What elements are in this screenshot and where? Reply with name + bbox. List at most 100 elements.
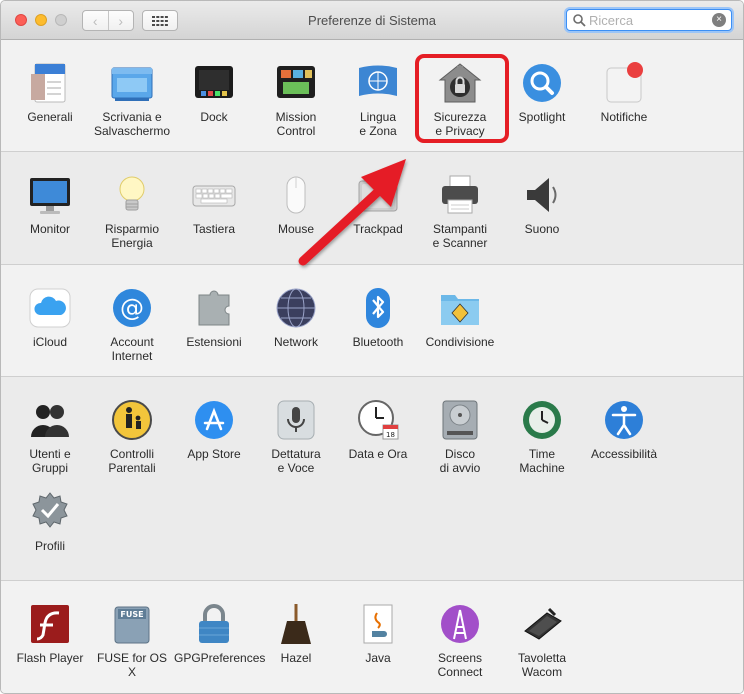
pane-label: Java <box>365 651 391 665</box>
mouse-icon <box>273 172 319 218</box>
tower-icon <box>437 601 483 647</box>
pane-label: App Store <box>187 447 241 461</box>
pane-label: Monitor <box>29 222 70 236</box>
puzzle-icon <box>191 285 237 331</box>
pane-label: Time Machine <box>519 447 565 475</box>
at-icon: @ <box>109 285 155 331</box>
flash-icon <box>27 601 73 647</box>
pane-dataora[interactable]: 18 Data e Ora <box>338 397 418 461</box>
cloud-icon <box>27 285 73 331</box>
pane-label: Controlli Parentali <box>108 447 156 475</box>
pane-label: Estensioni <box>186 335 242 349</box>
pane-label: Condivisione <box>425 335 495 349</box>
pane-java[interactable]: Java <box>338 601 418 665</box>
pane-hazel[interactable]: Hazel <box>256 601 336 665</box>
pane-label: Hazel <box>280 651 312 665</box>
pane-label: Dettatura e Voce <box>271 447 321 475</box>
shared-folder-icon <box>437 285 483 331</box>
pane-bluetooth[interactable]: Bluetooth <box>338 285 418 349</box>
printer-icon <box>437 172 483 218</box>
java-icon <box>355 601 401 647</box>
notification-icon <box>601 60 647 106</box>
pane-wacom[interactable]: Tavoletta Wacom <box>502 601 582 679</box>
pane-screens[interactable]: Screens Connect <box>420 601 500 679</box>
svg-text:FUSE: FUSE <box>120 610 143 619</box>
pane-label: Data e Ora <box>348 447 408 461</box>
pane-disco[interactable]: Disco di avvio <box>420 397 500 475</box>
system-preferences-window: ‹ › Preferenze di Sistema × Generali Scri… <box>0 0 744 694</box>
pane-controlli[interactable]: Controlli Parentali <box>92 397 172 475</box>
pane-tastiera[interactable]: Tastiera <box>174 172 254 236</box>
tablet-icon <box>519 601 565 647</box>
svg-text:@: @ <box>120 294 144 322</box>
hard-drive-icon <box>437 397 483 443</box>
pane-label: Notifiche <box>600 110 648 124</box>
pane-utenti[interactable]: Utenti e Gruppi <box>10 397 90 475</box>
highlight-box <box>415 54 509 143</box>
magnifier-icon <box>519 60 565 106</box>
search-input[interactable] <box>589 11 707 29</box>
parental-icon <box>109 397 155 443</box>
pane-timemachine[interactable]: Time Machine <box>502 397 582 475</box>
clear-search-icon[interactable]: × <box>712 13 726 27</box>
pane-accessibilita[interactable]: Accessibilità <box>584 397 664 461</box>
pane-appstore[interactable]: App Store <box>174 397 254 461</box>
pane-label: Network <box>273 335 318 349</box>
pane-label: Mission Control <box>275 110 317 138</box>
pane-label: Account Internet <box>110 335 154 363</box>
pane-risparmio[interactable]: Risparmio Energia <box>92 172 172 250</box>
bluetooth-icon <box>355 285 401 331</box>
search-icon <box>573 14 586 27</box>
pane-lingua[interactable]: Lingua e Zona <box>338 60 418 138</box>
pane-mission[interactable]: Mission Control <box>256 60 336 138</box>
pane-label: Risparmio Energia <box>104 222 159 250</box>
pane-label: Utenti e Gruppi <box>29 447 71 475</box>
pane-spotlight[interactable]: Spotlight <box>502 60 582 124</box>
pane-label: FUSE for OS X <box>96 651 167 679</box>
pane-notifiche[interactable]: Notifiche <box>584 60 664 124</box>
pane-label: Screens Connect <box>437 651 483 679</box>
pane-label: Tavoletta Wacom <box>517 651 567 679</box>
pane-flash[interactable]: Flash Player <box>10 601 90 665</box>
pane-label: Suono <box>524 222 560 236</box>
pane-gpg[interactable]: GPGPreferences <box>174 601 265 665</box>
keyboard-icon <box>191 172 237 218</box>
pane-label: Dock <box>200 110 228 124</box>
pane-stampanti[interactable]: Stampanti e Scanner <box>420 172 500 250</box>
pane-scrivania[interactable]: Scrivania e Salvaschermo <box>92 60 172 138</box>
pane-condivisione[interactable]: Condivisione <box>420 285 500 349</box>
pane-monitor[interactable]: Monitor <box>10 172 90 236</box>
search-field[interactable]: × <box>566 9 732 31</box>
pane-account[interactable]: @ Account Internet <box>92 285 172 363</box>
pane-label: Lingua e Zona <box>359 110 397 138</box>
lightbulb-icon <box>109 172 155 218</box>
pane-estensioni[interactable]: Estensioni <box>174 285 254 349</box>
app-store-icon <box>191 397 237 443</box>
fuse-drive-icon: FUSE <box>109 601 155 647</box>
pane-label: iCloud <box>32 335 68 349</box>
broom-icon <box>273 601 319 647</box>
svg-text:18: 18 <box>386 431 395 439</box>
pane-generali[interactable]: Generali <box>10 60 90 124</box>
pane-mouse[interactable]: Mouse <box>256 172 336 236</box>
pane-label: Trackpad <box>353 222 403 236</box>
pane-suono[interactable]: Suono <box>502 172 582 236</box>
file-icon <box>27 60 73 106</box>
time-machine-icon <box>519 397 565 443</box>
pane-profili[interactable]: Profili <box>10 489 90 553</box>
badge-check-icon <box>27 489 73 535</box>
accessibility-icon <box>601 397 647 443</box>
pane-label: Stampanti e Scanner <box>432 222 488 250</box>
pane-dock[interactable]: Dock <box>174 60 254 124</box>
pane-dettatura[interactable]: Dettatura e Voce <box>256 397 336 475</box>
padlock-icon <box>191 601 237 647</box>
pane-network[interactable]: Network <box>256 285 336 349</box>
pane-label: Bluetooth <box>352 335 404 349</box>
pane-trackpad[interactable]: Trackpad <box>338 172 418 236</box>
pane-icloud[interactable]: iCloud <box>10 285 90 349</box>
speaker-icon <box>519 172 565 218</box>
users-icon <box>27 397 73 443</box>
desktop-icon <box>109 60 155 106</box>
pane-fuse[interactable]: FUSE FUSE for OS X <box>92 601 172 679</box>
dock-icon <box>191 60 237 106</box>
